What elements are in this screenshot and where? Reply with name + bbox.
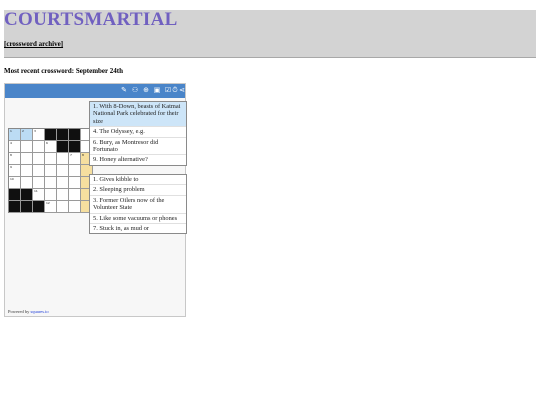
grid-cell[interactable] — [57, 165, 69, 177]
clue-item[interactable]: 5. Like some vacuums or phones — [90, 214, 186, 225]
life-ring-icon[interactable]: ⊕ — [142, 86, 150, 95]
grid-cell-black — [21, 201, 33, 213]
cell-number: 6 — [46, 141, 48, 145]
cell-number: 4 — [10, 141, 12, 145]
cell-number: 12 — [46, 201, 50, 205]
cell-number: 8 — [10, 153, 12, 157]
info-icon[interactable]: ▣ — [153, 86, 161, 95]
cell-number: 9 — [10, 165, 12, 169]
grid-cell[interactable] — [57, 153, 69, 165]
crossword-grid: 1 2 3 4 6 8 7 8 9 10 11 12 — [8, 128, 93, 213]
site-title[interactable]: COURTSMARTIAL — [4, 10, 178, 30]
grid-cell[interactable] — [69, 177, 81, 189]
down-clue-list: 1. Gives kibble to 2. Sleeping problem 3. … — [89, 174, 187, 235]
grid-cell-black — [69, 129, 81, 141]
clue-item[interactable]: 6. Bury, as Montresor did Fortunato — [90, 138, 186, 156]
cell-number: 3 — [34, 129, 36, 133]
grid-cell[interactable]: 8 — [9, 153, 21, 165]
grid-cell[interactable] — [45, 165, 57, 177]
grid-cell-black — [57, 129, 69, 141]
grid-cell-black — [45, 129, 57, 141]
cell-number: 11 — [34, 189, 38, 193]
grid-cell[interactable] — [69, 189, 81, 201]
grid-cell[interactable] — [21, 153, 33, 165]
share-icon[interactable]: ⋖ — [178, 86, 186, 95]
grid-cell-black — [33, 201, 45, 213]
grid-cell[interactable] — [45, 189, 57, 201]
pencil-icon[interactable]: ✎ — [120, 86, 128, 95]
site-header: COURTSMARTIAL [crossword archive] — [4, 10, 536, 58]
cell-number: 1 — [10, 129, 12, 133]
grid-cell[interactable] — [33, 177, 45, 189]
grid-cell-black — [9, 189, 21, 201]
grid-cell[interactable] — [21, 165, 33, 177]
powered-by: Powered by squares.io — [8, 309, 49, 314]
clue-item[interactable]: 7. Stuck in, as mud or — [90, 224, 186, 233]
grid-cell[interactable]: 3 — [33, 129, 45, 141]
grid-cell-black — [9, 201, 21, 213]
crossword-archive-link[interactable]: [crossword archive] — [4, 40, 63, 48]
cell-number: 10 — [10, 177, 14, 181]
cell-number: 7 — [70, 153, 72, 157]
grid-cell[interactable]: 6 — [45, 141, 57, 153]
clue-item[interactable]: 1. With 8-Down, beasts of Katmai Nationa… — [90, 102, 186, 128]
cell-number: 8 — [82, 153, 84, 157]
grid-cell[interactable] — [45, 177, 57, 189]
recent-crossword-heading: Most recent crossword: September 24th — [4, 67, 123, 75]
grid-cell[interactable] — [57, 177, 69, 189]
grid-cell[interactable] — [33, 165, 45, 177]
grid-cell[interactable] — [33, 141, 45, 153]
grid-cell[interactable] — [57, 189, 69, 201]
cell-number: 2 — [22, 129, 24, 133]
crossword-toolbar: ✎ ⚇ ⊕ ▣ ☑ ⏱ ⋖ — [5, 84, 185, 98]
grid-cell-black — [57, 141, 69, 153]
grid-cell-black — [69, 141, 81, 153]
crossword-widget: ✎ ⚇ ⊕ ▣ ☑ ⏱ ⋖ 1 2 3 4 6 8 7 8 9 10 11 12 1. With 8-… — [4, 83, 187, 317]
grid-cell[interactable]: 9 — [9, 165, 21, 177]
clue-item[interactable]: 4. The Odyssey, e.g. — [90, 127, 186, 138]
grid-cell[interactable] — [33, 153, 45, 165]
across-clue-list: 1. With 8-Down, beasts of Katmai Nationa… — [89, 101, 187, 166]
grid-cell[interactable] — [69, 201, 81, 213]
grid-cell[interactable]: 7 — [69, 153, 81, 165]
grid-cell[interactable] — [69, 165, 81, 177]
grid-cell[interactable] — [21, 141, 33, 153]
clue-item[interactable]: 1. Gives kibble to — [90, 175, 186, 186]
grid-cell[interactable] — [57, 201, 69, 213]
grid-cell[interactable]: 12 — [45, 201, 57, 213]
powered-by-label: Powered by — [8, 309, 31, 314]
people-icon[interactable]: ⚇ — [131, 86, 139, 95]
squares-io-link[interactable]: squares.io — [31, 309, 49, 314]
grid-cell[interactable]: 1 — [9, 129, 21, 141]
grid-cell[interactable] — [45, 153, 57, 165]
grid-cell-black — [21, 189, 33, 201]
clue-item[interactable]: 9. Honey alternative? — [90, 155, 186, 164]
grid-cell[interactable]: 10 — [9, 177, 21, 189]
clue-item[interactable]: 2. Sleeping problem — [90, 185, 186, 196]
grid-cell[interactable]: 4 — [9, 141, 21, 153]
grid-cell[interactable] — [21, 177, 33, 189]
grid-cell[interactable]: 2 — [21, 129, 33, 141]
grid-cell[interactable]: 11 — [33, 189, 45, 201]
clue-item[interactable]: 3. Former Oilers now of the Volunteer St… — [90, 196, 186, 214]
